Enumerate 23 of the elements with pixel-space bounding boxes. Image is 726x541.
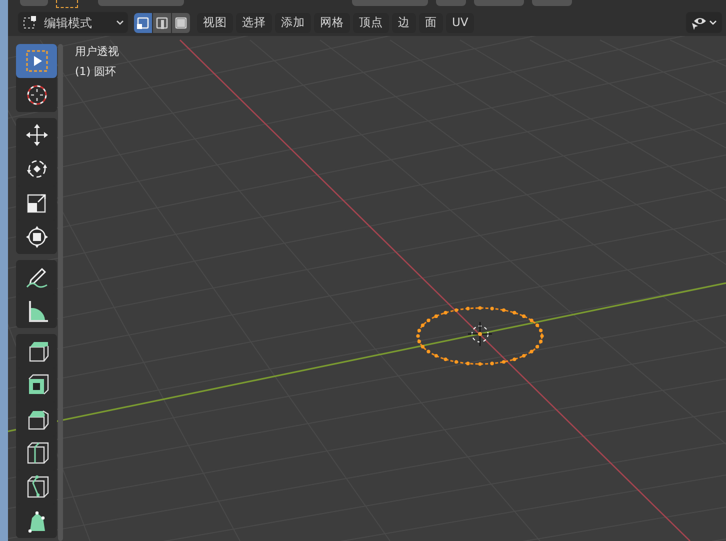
- vertex-select-icon: [135, 14, 151, 30]
- visibility-dropdown[interactable]: [686, 12, 722, 33]
- menu-button[interactable]: 视图: [197, 12, 233, 32]
- menu-button[interactable]: 网格: [314, 12, 350, 32]
- chevron-down-icon: [116, 20, 124, 26]
- edge-select-icon: [154, 14, 170, 30]
- select-mode-button[interactable]: [134, 12, 153, 32]
- menu-button[interactable]: 选择: [236, 12, 272, 32]
- header-widget[interactable]: [56, 0, 78, 8]
- menu-button[interactable]: 顶点: [353, 12, 389, 32]
- menu-button[interactable]: 边: [392, 12, 416, 32]
- mode-dropdown[interactable]: 编辑模式: [18, 12, 128, 33]
- menu-button[interactable]: 添加: [275, 12, 311, 32]
- edit-mode-icon: [22, 16, 36, 30]
- menu-button[interactable]: 面: [419, 12, 443, 32]
- object-name: (1) 圆环: [75, 64, 118, 80]
- view-name: 用户透视: [75, 44, 119, 60]
- menu-button[interactable]: UV: [446, 12, 474, 32]
- face-select-icon: [173, 14, 189, 30]
- scrollbar[interactable]: [58, 44, 63, 541]
- select-mode-button[interactable]: [172, 12, 191, 32]
- eye-pointer-icon: [690, 16, 718, 30]
- select-mode-button[interactable]: [153, 12, 172, 32]
